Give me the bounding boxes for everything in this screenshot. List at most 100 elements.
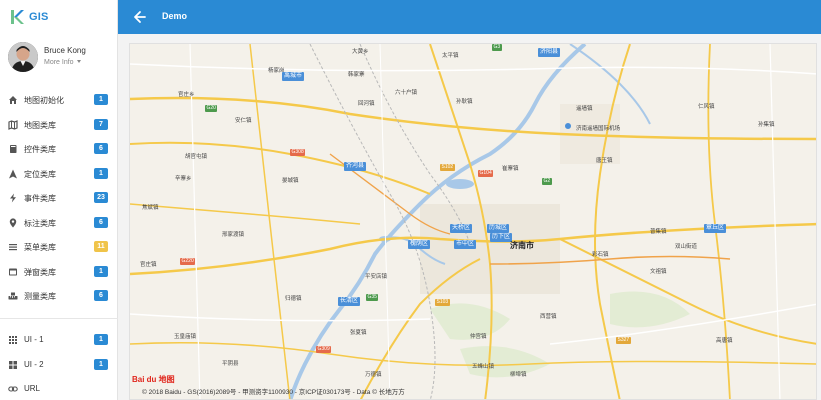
- map-highway-shield: G308: [290, 149, 306, 156]
- menu-item-label: 菜单类库: [24, 243, 56, 252]
- map-tiles: [130, 44, 816, 399]
- menu-item-ui-2[interactable]: UI - 2 1: [0, 353, 118, 378]
- menu-item-menu-lib[interactable]: 菜单类库 11: [0, 235, 118, 260]
- map-place-label: 归德镇: [285, 296, 302, 302]
- map-place-label: 普集镇: [650, 229, 667, 235]
- map-district-badge[interactable]: 禹城市: [282, 72, 305, 81]
- book-icon: [10, 145, 17, 153]
- count-badge: 11: [94, 241, 108, 252]
- baidu-logo: Bai du 地图: [132, 373, 175, 385]
- menu-item-measure-lib[interactable]: 测量类库 6: [0, 284, 118, 309]
- top-app-bar: Demo: [118, 0, 821, 34]
- map-place-label: 崔寨镇: [502, 166, 519, 172]
- sidebar: GIS Bruce Kong More Info 地图初始化 1 地图类库 7 …: [0, 0, 118, 400]
- map-place-label: 柳埠镇: [510, 372, 527, 378]
- map-place-label: 平安店镇: [365, 274, 388, 280]
- menu-item-event-lib[interactable]: 事件类库 23: [0, 186, 118, 211]
- menu-lines-icon: [9, 244, 17, 251]
- map-district-badge[interactable]: 历城区: [487, 224, 510, 233]
- menu-item-label: 标注类库: [24, 218, 56, 228]
- count-badge: 1: [94, 358, 108, 370]
- menu-item-label: 地图初始化: [24, 96, 64, 105]
- navigation-icon: [9, 169, 17, 178]
- count-badge: 1: [94, 94, 108, 105]
- pin-icon: [9, 217, 17, 227]
- map-place-label: 张夏镇: [350, 330, 367, 336]
- app-root: GIS Bruce Kong More Info 地图初始化 1 地图类库 7 …: [0, 0, 821, 400]
- map-place-label: 邢家渡镇: [222, 232, 245, 238]
- map-place-label: 晏城镇: [282, 178, 299, 184]
- menu-item-label: 地图类库: [24, 120, 56, 130]
- lightning-icon: [10, 193, 16, 203]
- map-place-label: 万德镇: [365, 372, 382, 378]
- map-place-label: 安仁镇: [235, 118, 252, 124]
- home-icon: [9, 96, 17, 104]
- menu-item-url[interactable]: URL: [0, 377, 118, 400]
- map-district-badge[interactable]: 齐河县: [344, 162, 367, 171]
- main-content: 大黄乡 太平镇 杨家岗 韩家寨 官庄乡 六十户镇 安仁镇 回河镇 孙耿镇 遥墙镇…: [118, 34, 821, 400]
- map-place-label: 唐王镇: [596, 158, 613, 164]
- menu-item-marker-lib[interactable]: 标注类库 6: [0, 211, 118, 236]
- menu-item-label: UI - 1: [24, 335, 44, 344]
- ruler-icon: [8, 292, 18, 300]
- menu-item-label: URL: [24, 384, 41, 393]
- map-city-label: 济南市: [510, 241, 534, 250]
- map-district-badge[interactable]: 天桥区: [450, 224, 473, 233]
- link-icon: [8, 386, 18, 392]
- map-highway-shield: G35: [366, 294, 379, 301]
- menu-item-label: 测量类库: [24, 292, 56, 301]
- map-copyright: © 2018 Baidu - GS(2016)2089号 - 甲测资字11009…: [142, 389, 405, 396]
- map-place-label: 遥墙镇: [576, 106, 593, 112]
- map-highway-shield: S102: [440, 164, 455, 171]
- map-highway-shield: S103: [435, 299, 450, 306]
- map-view[interactable]: 大黄乡 太平镇 杨家岗 韩家寨 官庄乡 六十户镇 安仁镇 回河镇 孙耿镇 遥墙镇…: [129, 43, 817, 400]
- map-district-badge[interactable]: 章丘区: [704, 224, 727, 233]
- map-highway-shield: G2: [542, 178, 552, 185]
- menu-item-label: 事件类库: [24, 194, 56, 203]
- back-arrow-icon[interactable]: [132, 9, 148, 25]
- map-place-label: 六十户镇: [395, 90, 418, 96]
- avatar[interactable]: [8, 42, 38, 72]
- menu-item-location-lib[interactable]: 定位类库 1: [0, 162, 118, 187]
- map-place-label: 仁风镇: [698, 104, 715, 110]
- menu-item-label: 定位类库: [24, 169, 56, 179]
- map-highway-shield: G3: [492, 44, 502, 51]
- map-highway-shield: G309: [316, 346, 332, 353]
- count-badge: 6: [94, 143, 108, 154]
- brand[interactable]: GIS: [0, 0, 118, 34]
- map-district-badge[interactable]: 槐荫区: [408, 240, 431, 249]
- count-badge: 6: [94, 290, 108, 301]
- count-badge: 7: [94, 118, 108, 130]
- map-place-label: 孙集镇: [758, 122, 775, 128]
- menu-item-map-lib[interactable]: 地图类库 7: [0, 113, 118, 138]
- menu-item-popup-lib[interactable]: 弹窗类库 1: [0, 260, 118, 285]
- main-menu: 地图初始化 1 地图类库 7 控件类库 6 定位类库 1 事件类库 23 标注类…: [0, 88, 118, 309]
- menu-item-label: 弹窗类库: [24, 267, 56, 277]
- k-logo-icon: [11, 10, 24, 24]
- map-place-label: 平阴县: [222, 361, 239, 367]
- map-district-badge[interactable]: 市中区: [454, 240, 477, 249]
- menu-item-map-init[interactable]: 地图初始化 1: [0, 88, 118, 113]
- brand-name: GIS: [29, 11, 49, 23]
- map-district-badge[interactable]: 历下区: [490, 233, 513, 242]
- map-highway-shield: S327: [616, 337, 631, 344]
- map-place-label: 双山街道: [675, 244, 698, 250]
- caret-down-icon: [76, 60, 81, 63]
- more-info-label: More Info: [44, 59, 74, 66]
- menu-divider: [0, 318, 118, 319]
- baidu-logo-text: Bai du 地图: [132, 374, 175, 384]
- map-place-label: 仲宫镇: [470, 334, 487, 340]
- menu-item-control-lib[interactable]: 控件类库 6: [0, 137, 118, 162]
- map-place-label: 玉皇庙镇: [174, 334, 197, 340]
- map-place-label: 韩家寨: [348, 72, 365, 78]
- map-district-badge[interactable]: 长清区: [338, 297, 361, 306]
- menu-item-ui-1[interactable]: UI - 1 1: [0, 328, 118, 353]
- map-place-label: 辛寨乡: [175, 176, 192, 182]
- map-place-label: 文祖镇: [650, 269, 667, 275]
- more-info-dropdown[interactable]: More Info: [44, 59, 81, 66]
- map-district-badge[interactable]: 济阳县: [538, 48, 561, 57]
- map-place-label: 五峰山镇: [472, 364, 495, 370]
- map-place-label: 焦斌镇: [142, 205, 159, 211]
- count-badge: 1: [94, 265, 108, 277]
- user-name: Bruce Kong: [44, 46, 86, 55]
